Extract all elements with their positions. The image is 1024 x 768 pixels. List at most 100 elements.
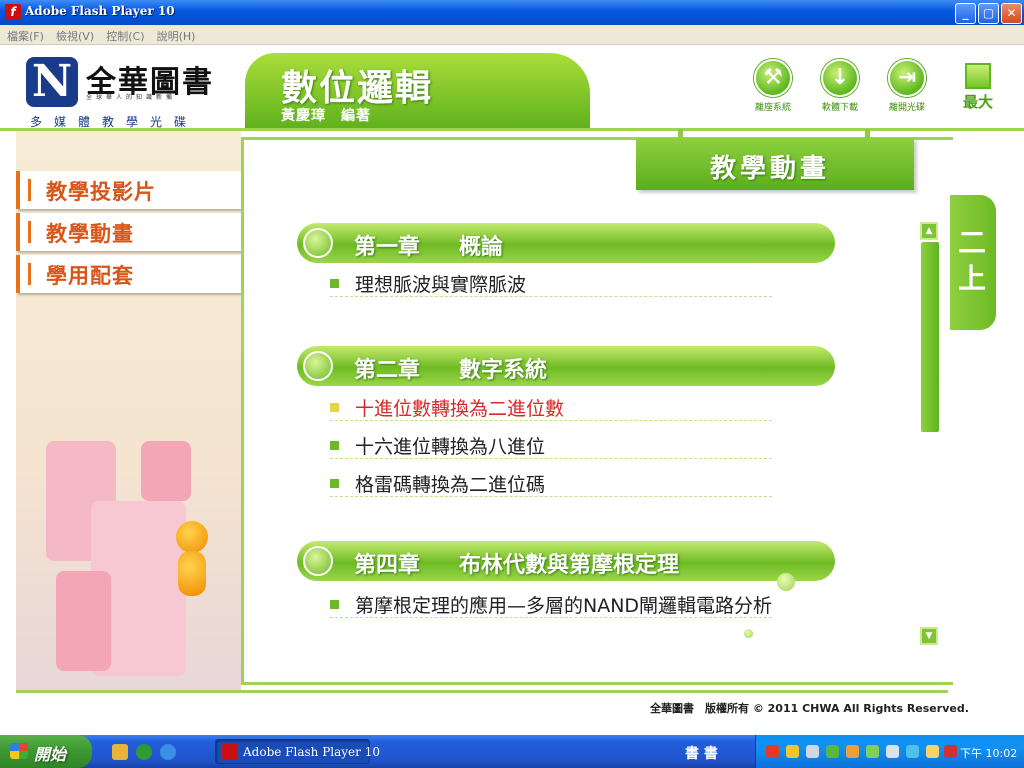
puzzle-piece-illustration — [141, 441, 191, 501]
exit-disc-label: 離開光碟 — [888, 103, 925, 113]
chapter-bullet-icon — [303, 228, 333, 258]
chapter-number: 第四章 — [354, 553, 421, 578]
menu-help[interactable]: 說明(H) — [157, 27, 196, 47]
volume-tab[interactable]: 二 上 — [950, 195, 996, 330]
course-author: 黃慶璋 編著 — [281, 108, 371, 124]
flash-player-icon — [222, 744, 238, 760]
exit-disc-button[interactable]: ⇥ 離開光碟 — [877, 59, 937, 119]
sidebar-item-label: 教學投影片 — [46, 180, 156, 204]
software-download-button[interactable]: ↓ 軟體下載 — [810, 59, 870, 119]
menu-control[interactable]: 控制(C) — [106, 27, 144, 47]
topic-bullet-icon — [330, 279, 339, 288]
seat-system-button[interactable]: ⚒ 離座系統 — [743, 59, 803, 119]
sidebar-item-label: 學用配套 — [46, 264, 134, 288]
tools-icon: ⚒ — [754, 59, 792, 97]
start-button[interactable]: 開始 — [0, 735, 92, 768]
sidebar-item-materials[interactable]: 學用配套 — [16, 255, 241, 293]
section-title-banner: 教學動畫 — [636, 138, 914, 190]
topic-label: 十進位數轉換為二進位數 — [355, 398, 565, 420]
tray-icon[interactable] — [826, 745, 839, 758]
seat-system-label: 離座系統 — [754, 103, 791, 113]
ime-indicator[interactable]: 書 書 — [685, 743, 718, 763]
menu-file[interactable]: 檔案(F) — [7, 27, 44, 47]
topic-label: 第摩根定理的應用—多層的NAND閘邏輯電路分析 — [355, 595, 773, 617]
logo-subline: 全球華人的知識新備 — [86, 94, 177, 101]
tray-icon[interactable] — [786, 745, 799, 758]
chapter-header[interactable]: 第二章 數字系統 — [297, 346, 835, 386]
tray-icon[interactable] — [766, 745, 779, 758]
flash-player-icon: f — [5, 4, 21, 20]
topic-bullet-icon — [330, 479, 339, 488]
windows-flag-icon — [10, 743, 28, 759]
puzzle-piece-illustration — [56, 571, 111, 671]
tray-icon[interactable] — [846, 745, 859, 758]
window-titlebar[interactable]: f Adobe Flash Player 10 _ ▢ ✕ — [0, 0, 1024, 25]
taskbar-item-label: Adobe Flash Player 10 — [243, 745, 380, 759]
mascot-figure — [176, 521, 208, 553]
course-title-banner: 數位邏輯 黃慶璋 編著 — [245, 53, 590, 129]
tray-icon[interactable] — [944, 745, 957, 758]
scroll-down-arrow-icon[interactable]: ▼ — [920, 627, 938, 645]
scroll-thumb[interactable] — [921, 242, 939, 432]
quicklaunch-ie-icon[interactable] — [160, 744, 176, 760]
taskbar-flash-player[interactable]: Adobe Flash Player 10 — [215, 739, 380, 764]
sidebar-item-animations[interactable]: 教學動畫 — [16, 213, 241, 251]
minimize-button[interactable]: _ — [955, 3, 976, 24]
publisher-logo: N 全華圖書 全球華人的知識新備 多媒體教學光碟 — [26, 57, 231, 129]
maximize-icon — [965, 63, 991, 89]
topic-bullet-icon — [330, 441, 339, 450]
content-scrollbar[interactable]: ▲ ▼ — [920, 222, 940, 647]
chapter-name: 數字系統 — [459, 358, 548, 383]
topic-label: 理想脈波與實際脈波 — [355, 274, 527, 296]
sidebar-item-slides[interactable]: 教學投影片 — [16, 171, 241, 209]
topic-item-active[interactable]: 十進位數轉換為二進位數 — [330, 391, 772, 421]
tray-icon[interactable] — [906, 745, 919, 758]
tray-icon[interactable] — [886, 745, 899, 758]
chapter-header[interactable]: 第一章 概論 — [297, 223, 835, 263]
maximize-view-label: 最大 — [962, 93, 993, 111]
quicklaunch-media-icon[interactable] — [136, 744, 152, 760]
download-icon: ↓ — [821, 59, 859, 97]
scroll-up-arrow-icon[interactable]: ▲ — [920, 222, 938, 240]
chapter-name: 概論 — [459, 235, 504, 260]
menu-view[interactable]: 檢視(V) — [56, 27, 94, 47]
course-title: 數位邏輯 — [281, 68, 434, 109]
chapter-number: 第一章 — [354, 235, 421, 260]
tray-icon[interactable] — [926, 745, 939, 758]
flash-stage: N 全華圖書 全球華人的知識新備 多媒體教學光碟 數位邏輯 黃慶璋 編著 ⚒ 離… — [0, 45, 1024, 735]
chapter-header[interactable]: 第四章 布林代數與第摩根定理 — [297, 541, 835, 581]
windows-taskbar: 開始 Adobe Flash Player 10 書 書 下午 10:02 — [0, 735, 1024, 768]
topic-item[interactable]: 格雷碼轉換為二進位碼 — [330, 467, 772, 497]
topic-item[interactable]: 第摩根定理的應用—多層的NAND閘邏輯電路分析 — [330, 588, 772, 618]
sidebar-item-label: 教學動畫 — [46, 222, 134, 246]
taskbar-clock: 下午 10:02 — [960, 747, 1018, 760]
topic-item[interactable]: 理想脈波與實際脈波 — [330, 267, 772, 297]
footer-divider — [16, 690, 948, 693]
maximize-button[interactable]: ▢ — [978, 3, 999, 24]
chapter-name: 布林代數與第摩根定理 — [459, 553, 680, 578]
tray-icon[interactable] — [806, 745, 819, 758]
topic-label: 格雷碼轉換為二進位碼 — [355, 474, 546, 496]
topic-item[interactable]: 十六進位轉換為八進位 — [330, 429, 772, 459]
close-button[interactable]: ✕ — [1001, 3, 1022, 24]
menu-bar: 檔案(F) 檢視(V) 控制(C) 說明(H) — [0, 25, 1024, 45]
exit-icon: ⇥ — [888, 59, 926, 97]
maximize-view-button[interactable]: 最大 — [958, 63, 998, 115]
start-label: 開始 — [34, 745, 67, 764]
quicklaunch-explorer-icon[interactable] — [112, 744, 128, 760]
topic-bullet-icon — [330, 600, 339, 609]
left-sidebar: 教學投影片 教學動畫 學用配套 — [16, 131, 241, 691]
volume-tab-line1: 二 — [958, 226, 987, 259]
topic-label: 十六進位轉換為八進位 — [355, 436, 546, 458]
chapter-bullet-icon — [303, 351, 333, 381]
copyright-text: 全華圖書 版權所有 © 2011 CHWA All Rights Reserve… — [650, 702, 969, 715]
chapter-number: 第二章 — [354, 358, 421, 383]
volume-tab-line2: 上 — [958, 262, 987, 295]
tray-icon[interactable] — [866, 745, 879, 758]
chapter-bullet-icon — [303, 546, 333, 576]
mascot-figure-body — [178, 551, 206, 596]
window-title: Adobe Flash Player 10 — [25, 4, 175, 18]
decorative-dot — [777, 573, 795, 591]
logo-mark: N — [26, 57, 78, 107]
section-title: 教學動畫 — [710, 154, 831, 184]
